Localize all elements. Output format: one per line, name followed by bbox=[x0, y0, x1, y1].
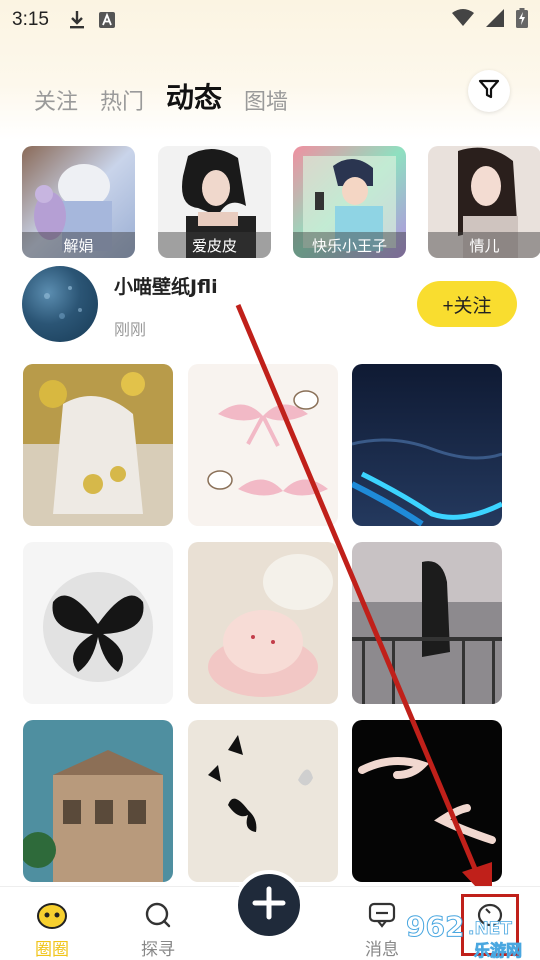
plus-icon bbox=[252, 886, 286, 924]
grid-image[interactable] bbox=[23, 720, 173, 882]
follow-button[interactable]: +关注 bbox=[417, 281, 517, 327]
filter-icon bbox=[478, 78, 500, 104]
search-icon bbox=[144, 901, 172, 929]
grid-image[interactable] bbox=[352, 542, 502, 704]
create-post-button[interactable] bbox=[234, 870, 304, 940]
filter-button[interactable] bbox=[468, 70, 510, 112]
post-username[interactable]: 小喵壁纸Jfli bbox=[114, 272, 218, 299]
status-time: 3:15 bbox=[12, 9, 49, 30]
grid-image[interactable] bbox=[23, 364, 173, 526]
wifi-icon bbox=[452, 8, 474, 32]
annotation-highlight-box bbox=[461, 894, 519, 956]
grid-image[interactable] bbox=[23, 542, 173, 704]
nav-item-explore[interactable]: 探寻 bbox=[128, 887, 188, 960]
tab-image-wall[interactable]: 图墙 bbox=[244, 84, 288, 116]
nav-label: 圈圈 bbox=[35, 940, 69, 960]
tab-hot[interactable]: 热门 bbox=[100, 84, 144, 116]
story-label: 爱皮皮 bbox=[158, 232, 271, 258]
nav-item-messages[interactable]: 消息 bbox=[352, 887, 412, 960]
post-time: 刚刚 bbox=[114, 320, 147, 339]
nav-item-circle[interactable]: 圈圈 bbox=[22, 887, 82, 960]
story-item[interactable]: 情儿 bbox=[428, 146, 540, 258]
nav-label: 探寻 bbox=[141, 940, 175, 960]
nav-label: 消息 bbox=[365, 940, 399, 960]
signal-icon bbox=[486, 8, 504, 32]
grid-image[interactable] bbox=[352, 720, 502, 882]
story-item[interactable]: 快乐小王子 bbox=[293, 146, 406, 258]
story-label: 解娟 bbox=[22, 232, 135, 258]
top-tabs: 关注 热门 动态 图墙 bbox=[34, 76, 288, 116]
tab-follow[interactable]: 关注 bbox=[34, 84, 78, 116]
tab-feed[interactable]: 动态 bbox=[166, 76, 222, 116]
message-icon bbox=[368, 901, 396, 929]
status-bar: 3:15 bbox=[0, 0, 540, 40]
grid-image[interactable] bbox=[188, 542, 338, 704]
story-row: 解娟 爱皮皮 快乐小王子 情儿 bbox=[22, 146, 540, 258]
story-item[interactable]: 爱皮皮 bbox=[158, 146, 271, 258]
battery-charging-icon bbox=[516, 7, 528, 33]
story-label: 快乐小王子 bbox=[293, 232, 406, 258]
grid-image[interactable] bbox=[188, 364, 338, 526]
smiley-icon bbox=[37, 901, 67, 929]
story-label: 情儿 bbox=[428, 232, 540, 258]
grid-image[interactable] bbox=[188, 720, 338, 882]
text-a-icon bbox=[98, 12, 115, 28]
story-item[interactable]: 解娟 bbox=[22, 146, 135, 258]
avatar[interactable] bbox=[22, 266, 98, 342]
download-icon bbox=[69, 10, 85, 30]
grid-image[interactable] bbox=[352, 364, 502, 526]
avatar-image bbox=[44, 286, 82, 319]
